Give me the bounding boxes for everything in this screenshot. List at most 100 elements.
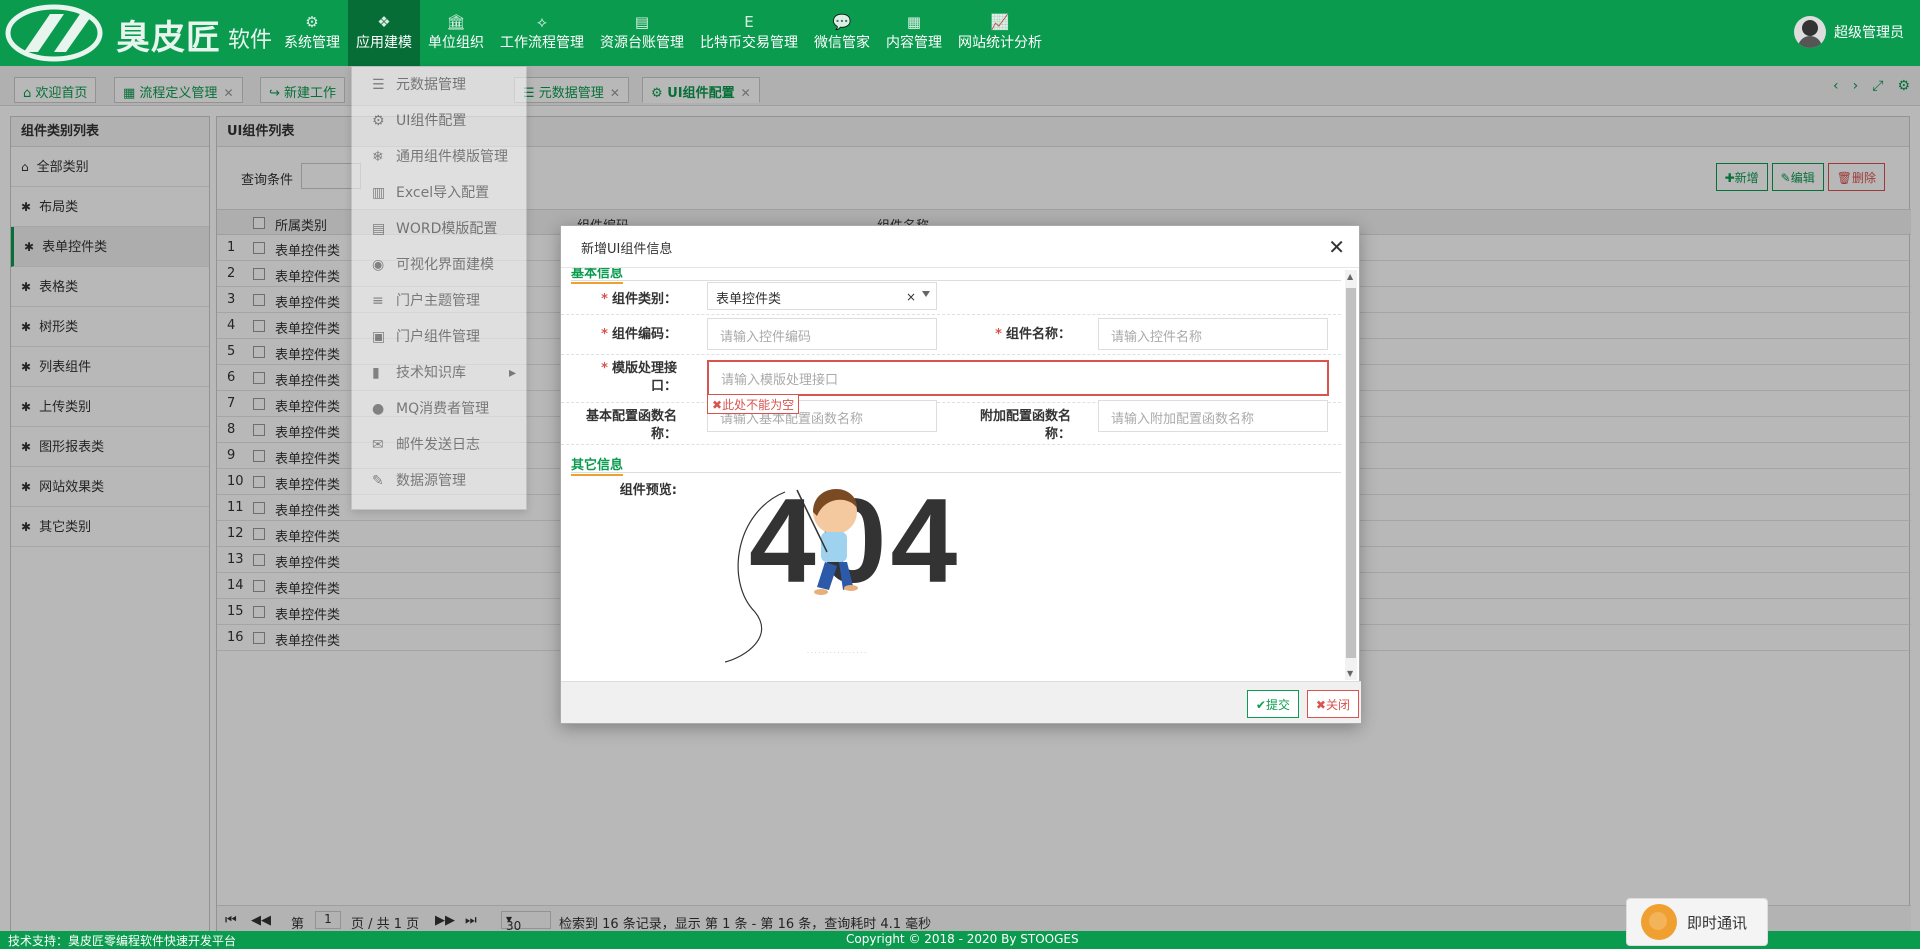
dialog-title: 新增UI组件信息 — [561, 226, 1359, 268]
menu-icon: ▤ — [372, 221, 386, 237]
submenu-arrow-icon: ▸ — [508, 365, 516, 381]
top-navbar: 臭皮匠 软件 ⚙ 系统管理 ❖ 应用建模 🏛 单位组织 ⟡ 工作流程管理 ▤ 资源台账管理 E 比特币… — [0, 0, 1920, 66]
dialog-scrollbar[interactable]: ▲ ▼ — [1345, 270, 1357, 680]
close-button[interactable]: ✖关闭 — [1306, 690, 1359, 718]
required-icon: * — [601, 292, 608, 307]
close-icon[interactable]: ✕ — [1328, 235, 1345, 259]
chat-label: 即时通讯 — [1687, 913, 1748, 932]
chevron-down-icon[interactable] — [922, 291, 930, 297]
menu-icon: ❄ — [372, 149, 384, 165]
code-input[interactable]: 请输入控件编码 — [707, 318, 937, 350]
instant-message-button[interactable]: 即时通讯 — [1626, 898, 1768, 946]
menu-item-label: 可视化界面建模 — [396, 257, 494, 273]
divider — [571, 280, 1341, 281]
validation-error: ✖此处不能为空 — [707, 394, 800, 414]
cubes-icon: ❖ — [377, 13, 391, 31]
add-component-dialog: 新增UI组件信息 ✕ 基本信息 * 组件类别： 表单控件类 × * 组件编码： 请输… — [560, 225, 1361, 724]
menu-item-label: WORD模版配置 — [396, 221, 498, 237]
nav-item-8[interactable]: 📈 网站统计分析 — [950, 0, 1050, 66]
app-modeling-dropdown: ☰ 元数据管理 ⚙ UI组件配置 ❄ 通用组件模版管理 ▥ Excel导入配置 ▤ WORD模版配… — [351, 66, 527, 510]
nav-item-1[interactable]: ❖ 应用建模 — [348, 0, 420, 66]
scroll-down-icon[interactable]: ▼ — [1347, 669, 1353, 678]
nav-label: 比特币交易管理 — [700, 35, 798, 51]
avatar — [1794, 16, 1826, 48]
footer-copyright: Copyright © 2018 - 2020 By STOOGES — [846, 932, 1079, 946]
dialog-footer: ✔提交 ✖关闭 — [561, 681, 1361, 723]
template-interface-input[interactable]: 请输入模版处理接口 — [707, 360, 1329, 396]
required-icon: * — [995, 327, 1002, 342]
required-icon: * — [601, 361, 608, 376]
nav-label: 内容管理 — [886, 35, 942, 51]
menu-item-label: 通用组件模版管理 — [396, 149, 508, 165]
nav-label: 资源台账管理 — [600, 35, 684, 51]
ext-fn-input[interactable]: 请输入附加配置函数名称 — [1098, 400, 1328, 432]
footer-support: 技术支持：臭皮匠零编程软件快速开发平台 — [8, 934, 237, 948]
dialog-body: 基本信息 * 组件类别： 表单控件类 × * 组件编码： 请输入控件编码 * 组件名称… — [561, 268, 1361, 682]
user-name: 超级管理员 — [1834, 25, 1904, 41]
nav-label: 网站统计分析 — [958, 35, 1042, 51]
template-interface-label: * 模版处理接 口： — [601, 361, 677, 394]
menu-icon: ▮ — [372, 365, 380, 381]
menu-item[interactable]: ▮ 技术知识库 ▸ — [352, 355, 526, 391]
code-label: * 组件编码： — [601, 327, 677, 342]
nav-item-0[interactable]: ⚙ 系统管理 — [276, 0, 348, 66]
nav-item-7[interactable]: ▦ 内容管理 — [878, 0, 950, 66]
menu-item[interactable]: ▥ Excel导入配置 — [352, 175, 526, 211]
menu-item-label: Excel导入配置 — [396, 185, 490, 201]
brand-sub: 软件 — [228, 28, 273, 53]
euro-icon: E — [744, 13, 754, 31]
menu-item-label: 技术知识库 — [396, 365, 466, 381]
name-input[interactable]: 请输入控件名称 — [1098, 318, 1328, 350]
error-icon: ✖ — [712, 398, 723, 412]
nav-label: 单位组织 — [428, 35, 484, 51]
nav-item-6[interactable]: 💬 微信管家 — [806, 0, 878, 66]
nav-item-2[interactable]: 🏛 单位组织 — [420, 0, 492, 66]
menu-item-label: 邮件发送日志 — [396, 437, 480, 453]
menu-icon: ▥ — [372, 185, 386, 201]
menu-item[interactable]: ✉ 邮件发送日志 — [352, 427, 526, 463]
nav-label: 应用建模 — [356, 35, 412, 51]
preview-label: 组件预览: — [619, 483, 677, 498]
newspaper-icon: ▦ — [906, 13, 922, 31]
menu-icon: ▣ — [372, 329, 386, 345]
category-label: * 组件类别： — [601, 292, 677, 307]
logo-mark-icon — [5, 4, 103, 62]
scroll-up-icon[interactable]: ▲ — [1347, 272, 1353, 281]
menu-item[interactable]: ● MQ消费者管理 — [352, 391, 526, 427]
section-basic-info: 基本信息 — [571, 268, 624, 284]
nav-item-4[interactable]: ▤ 资源台账管理 — [592, 0, 692, 66]
menu-item[interactable]: ≡ 门户主题管理 — [352, 283, 526, 319]
user-menu[interactable]: 超级管理员 — [1794, 16, 1904, 48]
nav-label: 系统管理 — [284, 35, 340, 51]
clear-icon[interactable]: × — [906, 290, 916, 304]
menu-item[interactable]: ▤ WORD模版配置 — [352, 211, 526, 247]
logo[interactable]: 臭皮匠 软件 — [0, 0, 280, 66]
preview-footnote: · · · · · · · · · · · · · · · · — [807, 650, 867, 657]
nav-label: 工作流程管理 — [500, 35, 584, 51]
menu-item[interactable]: ◉ 可视化界面建模 — [352, 247, 526, 283]
menu-item[interactable]: ⚙ UI组件配置 — [352, 103, 526, 139]
menu-item-label: 元数据管理 — [396, 77, 466, 93]
chat-icon — [1641, 904, 1677, 940]
scroll-thumb[interactable] — [1346, 288, 1356, 658]
menu-icon: ◉ — [372, 257, 385, 273]
chart-icon: 📈 — [990, 13, 1010, 31]
menu-item-label: UI组件配置 — [396, 113, 467, 129]
menu-item-label: 门户主题管理 — [396, 293, 480, 309]
menu-item[interactable]: ☰ 元数据管理 — [352, 67, 526, 103]
category-select[interactable]: 表单控件类 × — [707, 282, 937, 310]
divider — [561, 444, 1341, 445]
swing-kid-illustration — [725, 488, 858, 663]
ext-fn-label: 附加配置函数名 称： — [979, 409, 1071, 442]
menu-item[interactable]: ✎ 数据源管理 — [352, 463, 526, 499]
menu-icon: ≡ — [372, 293, 384, 309]
nav-item-3[interactable]: ⟡ 工作流程管理 — [492, 0, 592, 66]
database-icon: ▤ — [634, 13, 650, 31]
nav-item-5[interactable]: E 比特币交易管理 — [692, 0, 806, 66]
submit-button[interactable]: ✔提交 — [1246, 690, 1299, 718]
sitemap-icon: ⟡ — [537, 13, 547, 31]
menu-item[interactable]: ❄ 通用组件模版管理 — [352, 139, 526, 175]
menu-item[interactable]: ▣ 门户组件管理 — [352, 319, 526, 355]
main-nav: ⚙ 系统管理 ❖ 应用建模 🏛 单位组织 ⟡ 工作流程管理 ▤ 资源台账管理 E 比特币交易管理 💬 微信… — [276, 0, 1050, 66]
required-icon: * — [601, 327, 608, 342]
